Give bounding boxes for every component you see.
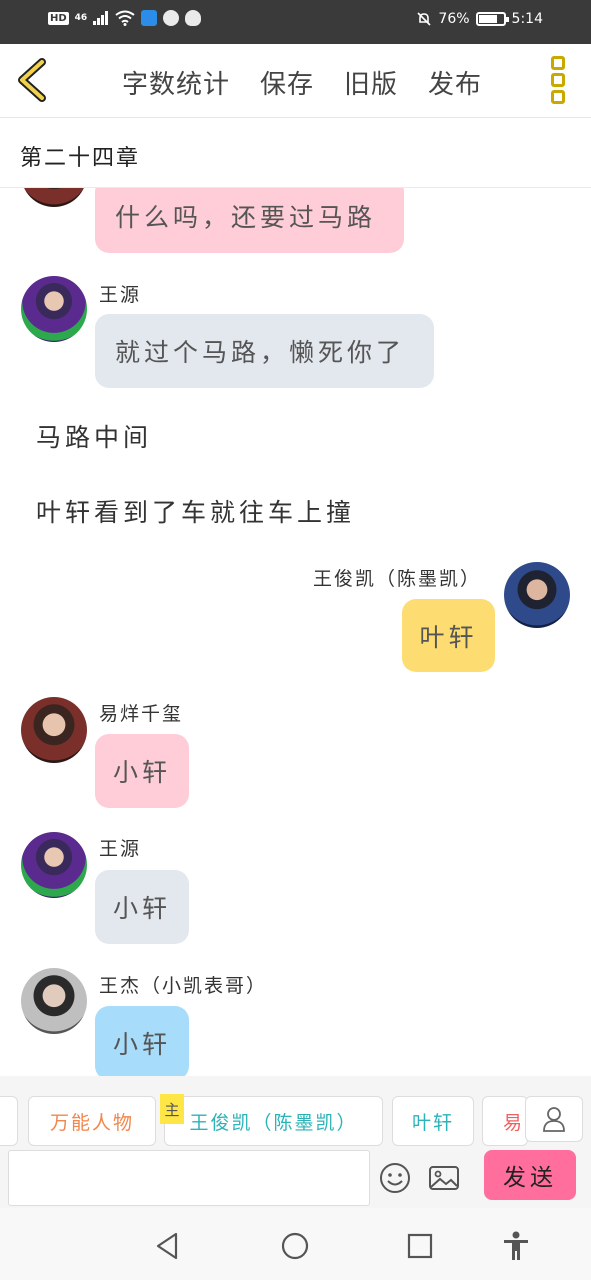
header-actions: 字数统计 保存 旧版 发布 [122,64,482,101]
more-menu-button[interactable] [551,56,565,104]
character-manage-button[interactable] [525,1096,583,1142]
back-triangle-icon [156,1232,178,1260]
more-dot-icon [551,90,565,104]
image-button[interactable] [424,1158,464,1198]
status-left-icons: HD 46 [48,10,202,26]
avatar-yyqx[interactable] [21,697,87,763]
more-dot-icon [551,73,565,87]
message-text: 小轩 [112,894,171,923]
battery-icon [475,12,509,26]
character-chip-wangjunkai[interactable]: 王俊凯（陈墨凯） [164,1096,383,1146]
chat-area[interactable]: 什么吗，还要过马路 王源 就过个马路，懒死你了 马路中间 叶轩看到了车就往车上撞… [0,188,591,1076]
message-text: 小轩 [112,1030,171,1059]
chapter-title-bar[interactable]: 第二十四章 [0,118,591,188]
status-bar: HD 46 76% 5:14 [0,0,591,44]
chat-bubble[interactable]: 什么吗，还要过马路 [95,188,404,253]
avatar-wangyuan[interactable] [21,276,87,342]
avatar-wangyuan[interactable] [21,832,87,898]
character-chip-yyqx[interactable]: 易 [482,1096,528,1146]
home-circle-icon [281,1232,309,1260]
chip-label: 万能人物 [49,1111,134,1134]
nav-accessibility-button[interactable] [500,1230,532,1262]
character-chip-yexuan[interactable]: 叶轩 [392,1096,474,1146]
chip-label: 叶轩 [411,1111,454,1134]
nav-home-button[interactable] [279,1230,311,1262]
system-nav-bar [0,1208,591,1280]
message-input[interactable] [8,1150,370,1206]
character-chip-partial[interactable] [0,1096,18,1146]
chat-bubble[interactable]: 就过个马路，懒死你了 [95,314,434,388]
chat-bubble[interactable]: 小轩 [95,870,189,944]
qq-icon [185,10,202,26]
old-version-button[interactable]: 旧版 [344,64,398,101]
mute-bell-icon [417,12,431,26]
avatar-wangjunkai[interactable] [504,562,570,628]
avatar-yyqx[interactable] [21,188,87,207]
more-dot-icon [551,56,565,70]
signal-icon [93,11,109,25]
accessibility-icon [504,1231,528,1260]
image-icon [429,1166,459,1190]
emoji-button[interactable] [375,1158,415,1198]
wechat-icon [163,10,180,26]
character-chip-universal[interactable]: 万能人物 [28,1096,156,1146]
speaker-name: 王源 [99,838,142,860]
chat-bubble[interactable]: 小轩 [95,734,189,808]
shield-app-icon [141,10,158,26]
message-text: 什么吗，还要过马路 [115,202,377,232]
chat-bubble[interactable]: 小轩 [95,1006,189,1076]
hd-badge: HD [48,11,69,25]
chip-label: 王俊凯（陈墨凯） [189,1111,358,1134]
speaker-name: 王杰（小凯表哥） [99,975,268,997]
publish-button[interactable]: 发布 [428,64,482,101]
chapter-title: 第二十四章 [20,146,141,171]
avatar-wangjie[interactable] [21,968,87,1034]
smiley-icon [380,1163,410,1193]
clock: 5:14 [511,11,543,27]
narration-text[interactable]: 马路中间 [36,418,152,454]
nav-back-button[interactable] [152,1230,184,1262]
nav-recents-button[interactable] [404,1230,436,1262]
status-right: 76% 5:14 [416,11,543,27]
chip-label: 易 [503,1111,525,1134]
message-text: 叶轩 [419,622,478,652]
save-button[interactable]: 保存 [260,64,314,101]
recents-square-icon [407,1233,433,1259]
speaker-name: 王源 [99,284,142,306]
word-count-button[interactable]: 字数统计 [122,64,230,101]
message-text: 小轩 [112,758,171,787]
chevron-left-icon [18,58,46,102]
character-selector: 万能人物 主 王俊凯（陈墨凯） 叶轩 易 [0,1076,591,1146]
composer: 发送 [0,1146,591,1208]
main-character-tag: 主 [160,1094,184,1124]
speaker-name: 易烊千玺 [99,703,184,725]
person-icon [543,1107,565,1132]
battery-percent: 76% [438,11,470,27]
speaker-name: 王俊凯（陈墨凯） [312,568,481,590]
network-type: 46 [74,13,88,23]
wifi-icon [115,10,135,26]
app-header: 字数统计 保存 旧版 发布 [0,44,591,118]
narration-text[interactable]: 叶轩看到了车就往车上撞 [36,493,355,529]
chat-bubble[interactable]: 叶轩 [402,599,495,672]
send-button[interactable]: 发送 [484,1150,576,1200]
message-text: 就过个马路，懒死你了 [115,338,406,367]
back-button[interactable] [14,58,50,102]
battery-level-fill [478,15,497,23]
